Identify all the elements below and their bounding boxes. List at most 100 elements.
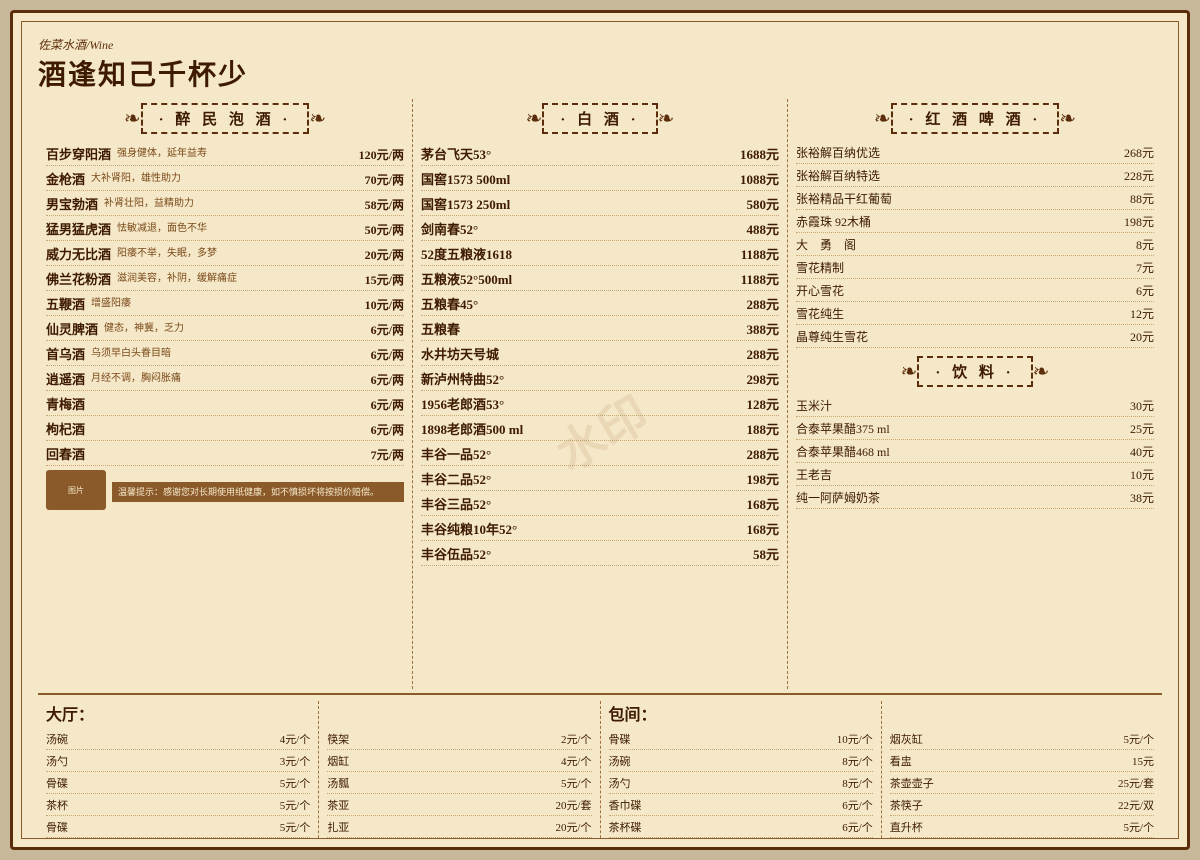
list-item: 青梅酒 6元/两: [46, 394, 404, 416]
list-item: 玉米汁 30元: [796, 397, 1154, 417]
list-item: 合泰苹果醋375 ml 25元: [796, 420, 1154, 440]
bottom-col-hall: 大厅： 汤碗4元/个 汤勺3元/个 骨碟5元/个 茶杯5元/个 骨碟5元/个: [38, 701, 319, 839]
list-item: 新泸州特曲52° 298元: [421, 369, 779, 391]
list-item: 猛男猛虎酒 怯敏减退，面色不华 50元/两: [46, 219, 404, 241]
bottom-col-2: 筷架2元/个 烟缸4元/个 汤瓢5元/个 茶亚20元/套 扎亚20元/个 水桶2…: [319, 701, 600, 839]
hall-title: 大厅：: [46, 701, 310, 725]
list-item: 茶杯5元/个: [46, 797, 310, 816]
list-item: 香巾碟6元/个: [609, 797, 873, 816]
list-item: 汤碗8元/个: [609, 753, 873, 772]
list-item: 首乌酒 乌须早白头眷目暗 6元/两: [46, 344, 404, 366]
decor-right-3: ❧: [1059, 106, 1076, 131]
section-title-baijiu: ❧ · 白 酒 · ❧: [421, 103, 779, 134]
decor-right-1: ❧: [309, 106, 326, 131]
decor-right-2: ❧: [658, 106, 675, 131]
baijiu-list: 茅台飞天53° 1688元 国窖1573 500ml 1088元 国窖1573 …: [421, 144, 779, 566]
list-item: 百步穿阳酒 强身健体，延年益寿 120元/两: [46, 144, 404, 166]
list-item: 汤勺3元/个: [46, 753, 310, 772]
list-item: 枸杞酒 6元/两: [46, 419, 404, 441]
red-wine-list: 张裕解百纳优选 268元 张裕解百纳特选 228元 张裕精品干红葡萄 88元 赤…: [796, 144, 1154, 348]
drinks-list: 玉米汁 30元 合泰苹果醋375 ml 25元 合泰苹果醋468 ml 40元 …: [796, 397, 1154, 509]
private-title: 包间：: [609, 701, 873, 725]
list-item: 直升杯5元/个: [890, 819, 1154, 838]
list-item: 茶筷子22元/双: [890, 797, 1154, 816]
list-item: 1898老郎酒500 ml 188元: [421, 419, 779, 441]
list-item: 张裕解百纳特选 228元: [796, 167, 1154, 187]
list-item: 汤勺8元/个: [609, 775, 873, 794]
main-columns: ❧ · 醉 民 泡 酒 · ❧ 百步穿阳酒 强身健体，延年益寿 120元/两: [38, 99, 1162, 689]
list-item: 雪花纯生 12元: [796, 305, 1154, 325]
list-item: 丰谷伍品52° 58元: [421, 544, 779, 566]
list-item: 雪花精制 7元: [796, 259, 1154, 279]
list-item: 丰谷一品52° 288元: [421, 444, 779, 466]
list-item: 汤碗4元/个: [46, 731, 310, 750]
bottom-col-4: 烟灰缸5元/个 看盅15元 茶壶壶子25元/套 茶筷子22元/双 直升杯5元/个…: [882, 701, 1162, 839]
section-label-herbal: · 醉 民 泡 酒 ·: [141, 103, 310, 134]
header-subtitle: 佐菜水酒/Wine: [38, 36, 1162, 53]
list-item: 烟灰缸5元/个: [890, 731, 1154, 750]
header-title: 酒逢知己千杯少: [38, 53, 1162, 93]
list-item: 扎亚20元/个: [327, 819, 591, 838]
list-item: 茶杯碟6元/个: [609, 819, 873, 838]
list-item: 回春酒 7元/两: [46, 444, 404, 466]
list-item: 张裕精品干红葡萄 88元: [796, 190, 1154, 210]
list-item: 五粮春 388元: [421, 319, 779, 341]
col-baijiu: ❧ · 白 酒 · ❧ 茅台飞天53° 1688元 国窖1573 500ml 1…: [413, 99, 788, 689]
list-item: 52度五粮液1618 1188元: [421, 244, 779, 266]
section-label-redwine: · 红 酒 啤 酒 ·: [891, 103, 1060, 134]
decor-right-4: ❧: [1033, 359, 1050, 384]
list-item: 五鞭酒 增盛阳痿 10元/两: [46, 294, 404, 316]
decor-left-4: ❧: [901, 359, 918, 384]
list-item: 五粮液52°500ml 1188元: [421, 269, 779, 291]
list-item: 晶尊纯生雪花 20元: [796, 328, 1154, 348]
section-label-drinks: · 饮 料 ·: [917, 356, 1032, 387]
list-item: 骨碟5元/个: [46, 775, 310, 794]
list-item: 威力无比酒 阳痿不举，失眠，多梦 20元/两: [46, 244, 404, 266]
list-item: 开心雪花 6元: [796, 282, 1154, 302]
list-item: 水井坊天号城 288元: [421, 344, 779, 366]
list-item: 丰谷纯粮10年52° 168元: [421, 519, 779, 541]
restaurant-photo: 图片: [46, 470, 106, 510]
list-item: 王老吉 10元: [796, 466, 1154, 486]
section-title-herbal: ❧ · 醉 民 泡 酒 · ❧: [46, 103, 404, 134]
photo-notice: 图片 温馨提示：感谢您对长期使用纸健康，如不慎损坏将按损价赔偿。: [46, 470, 404, 510]
notice-text: 温馨提示：感谢您对长期使用纸健康，如不慎损坏将按损价赔偿。: [112, 482, 404, 503]
list-item: 张裕解百纳优选 268元: [796, 144, 1154, 164]
list-item: 烟缸4元/个: [327, 753, 591, 772]
herbal-wine-list: 百步穿阳酒 强身健体，延年益寿 120元/两 金枪酒 大补肾阳，雄性助力 70元…: [46, 144, 404, 466]
section-label-baijiu: · 白 酒 ·: [542, 103, 657, 134]
decor-left-2: ❧: [526, 106, 543, 131]
list-item: 1956老郎酒53° 128元: [421, 394, 779, 416]
section-title-drinks: ❧ · 饮 料 · ❧: [796, 356, 1154, 387]
list-item: 剑南春52° 488元: [421, 219, 779, 241]
list-item: 筷架2元/个: [327, 731, 591, 750]
list-item: 茅台飞天53° 1688元: [421, 144, 779, 166]
list-item: 纯一阿萨姆奶茶 38元: [796, 489, 1154, 509]
bottom-col-private: 包间： 骨碟10元/个 汤碗8元/个 汤勺8元/个 香巾碟6元/个 茶杯碟6元/…: [601, 701, 882, 839]
list-item: 赤霞珠 92木桶 198元: [796, 213, 1154, 233]
list-item: 男宝勃酒 补肾壮阳，益精助力 58元/两: [46, 194, 404, 216]
header: 佐菜水酒/Wine 酒逢知己千杯少: [38, 36, 1162, 93]
list-item: 骨碟10元/个: [609, 731, 873, 750]
bottom-section: 大厅： 汤碗4元/个 汤勺3元/个 骨碟5元/个 茶杯5元/个 骨碟5元/个: [38, 693, 1162, 839]
list-item: 丰谷二品52° 198元: [421, 469, 779, 491]
list-item: 金枪酒 大补肾阳，雄性助力 70元/两: [46, 169, 404, 191]
list-item: 佛兰花粉酒 滋润美容，补阴，缓解痛症 15元/两: [46, 269, 404, 291]
list-item: 大 勇 阁 8元: [796, 236, 1154, 256]
list-item: 汤瓢5元/个: [327, 775, 591, 794]
col-red-wine-drinks: ❧ · 红 酒 啤 酒 · ❧ 张裕解百纳优选 268元 张裕解百纳特选 228…: [788, 99, 1162, 689]
list-item: 国窖1573 250ml 580元: [421, 194, 779, 216]
list-item: 合泰苹果醋468 ml 40元: [796, 443, 1154, 463]
list-item: 五粮春45° 288元: [421, 294, 779, 316]
section-title-redwine: ❧ · 红 酒 啤 酒 · ❧: [796, 103, 1154, 134]
list-item: 国窖1573 500ml 1088元: [421, 169, 779, 191]
list-item: 看盅15元: [890, 753, 1154, 772]
list-item: 茶壶壶子25元/套: [890, 775, 1154, 794]
decor-left-1: ❧: [124, 106, 141, 131]
list-item: 逍遥酒 月经不调，胸闷胀痛 6元/两: [46, 369, 404, 391]
list-item: 茶亚20元/套: [327, 797, 591, 816]
list-item: 丰谷三品52° 168元: [421, 494, 779, 516]
col-herbal-wine: ❧ · 醉 民 泡 酒 · ❧ 百步穿阳酒 强身健体，延年益寿 120元/两: [38, 99, 413, 689]
decor-left-3: ❧: [874, 106, 891, 131]
list-item: 仙灵脾酒 健态，神冀，乏力 6元/两: [46, 319, 404, 341]
